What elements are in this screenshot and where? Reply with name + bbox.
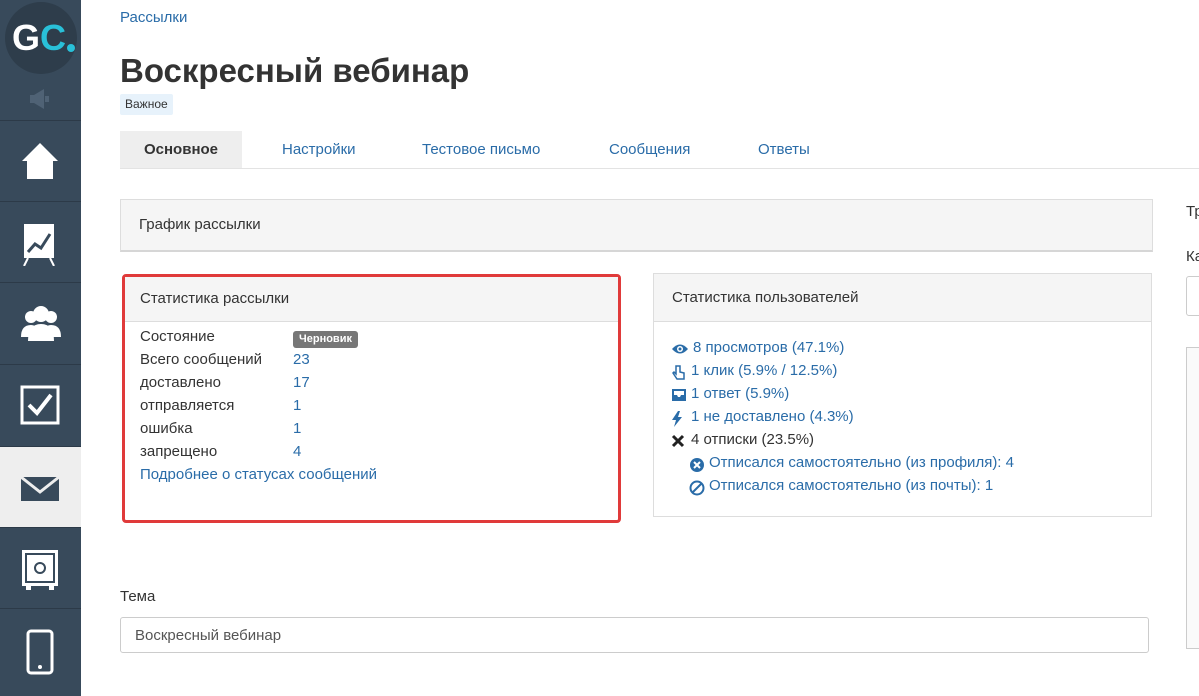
minus-circle-icon: [690, 458, 704, 472]
users-icon: [21, 306, 61, 341]
stat-label: Состояние: [140, 328, 215, 345]
sidebar-item-analytics[interactable]: [0, 201, 81, 282]
graph-panel-title[interactable]: График рассылки: [121, 200, 1152, 250]
safe-icon: [22, 550, 58, 590]
envelope-icon: [20, 475, 60, 501]
stat-row-delivered: доставлено 17: [140, 374, 440, 396]
right-column-heading: Тр: [1186, 203, 1199, 220]
views-text: 8 просмотров (47.1%): [693, 339, 845, 356]
topic-label: Тема: [120, 588, 156, 605]
stat-value-link[interactable]: 4: [293, 443, 301, 460]
sidebar-item-mailings[interactable]: [0, 446, 81, 527]
home-icon: [22, 143, 58, 179]
stat-label: Всего сообщений: [140, 351, 262, 368]
stat-row-total: Всего сообщений 23: [140, 351, 440, 373]
topic-input[interactable]: [120, 617, 1149, 653]
right-column-panel: [1186, 347, 1199, 649]
mobile-phone-icon: [26, 629, 54, 675]
logo-text: GC: [12, 17, 67, 58]
stat-value-link[interactable]: 1: [293, 397, 301, 414]
sidebar-item-safe[interactable]: [0, 527, 81, 608]
pointer-icon: [672, 365, 685, 380]
stat-row-error: ошибка 1: [140, 420, 440, 442]
page-title: Воскресный вебинар: [120, 52, 470, 89]
eye-icon: [672, 344, 688, 354]
tag-badge[interactable]: Важное: [120, 94, 173, 115]
message-status-details-link[interactable]: Подробнее о статусах сообщений: [140, 466, 377, 483]
replies-text: 1 ответ (5.9%): [691, 385, 790, 402]
sidebar-item-tasks[interactable]: [0, 364, 81, 445]
chart-board-icon: [23, 224, 55, 266]
stat-label: доставлено: [140, 374, 221, 391]
sidebar-item-mobile[interactable]: [0, 608, 81, 689]
unsubscribed-email-text: Отписался самостоятельно (из почты): 1: [709, 477, 994, 494]
stat-label: отправляется: [140, 397, 235, 414]
sidebar-item-users[interactable]: [0, 282, 81, 363]
logo-badge: GC: [5, 2, 77, 74]
tab-messages[interactable]: Сообщения: [609, 131, 690, 168]
tabs: Основное Настройки Тестовое письмо Сообщ…: [120, 131, 1199, 169]
user-stats-title: Статистика пользователей: [654, 274, 1151, 322]
stat-row-state: Состояние Черновик: [140, 328, 440, 350]
not-delivered-text: 1 не доставлено (4.3%): [691, 408, 854, 425]
right-column-label: Ка: [1186, 248, 1199, 265]
stat-value-link[interactable]: 23: [293, 351, 310, 368]
stat-value-link[interactable]: 1: [293, 420, 301, 437]
mailing-stats-panel: Статистика рассылки Состояние Черновик В…: [122, 274, 621, 523]
breadcrumb-mailings[interactable]: Рассылки: [120, 9, 187, 26]
tab-main[interactable]: Основное: [120, 131, 242, 168]
tab-answers[interactable]: Ответы: [758, 131, 810, 168]
stat-row-sending: отправляется 1: [140, 397, 440, 419]
right-column-input[interactable]: [1186, 276, 1199, 316]
stat-row-forbidden: запрещено 4: [140, 443, 440, 465]
bolt-icon: [672, 411, 682, 427]
status-badge: Черновик: [293, 331, 358, 348]
stat-label: запрещено: [140, 443, 218, 460]
clicks-text: 1 клик (5.9% / 12.5%): [691, 362, 838, 379]
mailing-stats-title: Статистика рассылки: [125, 277, 618, 322]
sidebar: GC: [0, 0, 81, 696]
graph-panel[interactable]: График рассылки: [120, 199, 1153, 252]
sidebar-item-announcements[interactable]: [0, 80, 81, 118]
ban-icon: [689, 480, 705, 496]
logo-dot: [67, 44, 75, 52]
logo[interactable]: GC: [0, 0, 81, 80]
times-icon: [671, 434, 685, 448]
stat-label: ошибка: [140, 420, 193, 437]
megaphone-icon: [30, 89, 49, 109]
tab-test-email[interactable]: Тестовое письмо: [422, 131, 540, 168]
tab-settings[interactable]: Настройки: [282, 131, 356, 168]
sidebar-item-home[interactable]: [0, 120, 81, 201]
logo-accent-letter: C: [40, 17, 67, 58]
unsubscribes-text: 4 отписки (23.5%): [691, 431, 815, 448]
inbox-icon: [672, 389, 686, 401]
checkbox-icon: [20, 385, 60, 425]
user-stats-panel: Статистика пользователей 8 просмотров (4…: [653, 273, 1152, 517]
stat-value-link[interactable]: 17: [293, 374, 310, 391]
unsubscribed-profile-text: Отписался самостоятельно (из профиля): 4: [709, 454, 1014, 471]
